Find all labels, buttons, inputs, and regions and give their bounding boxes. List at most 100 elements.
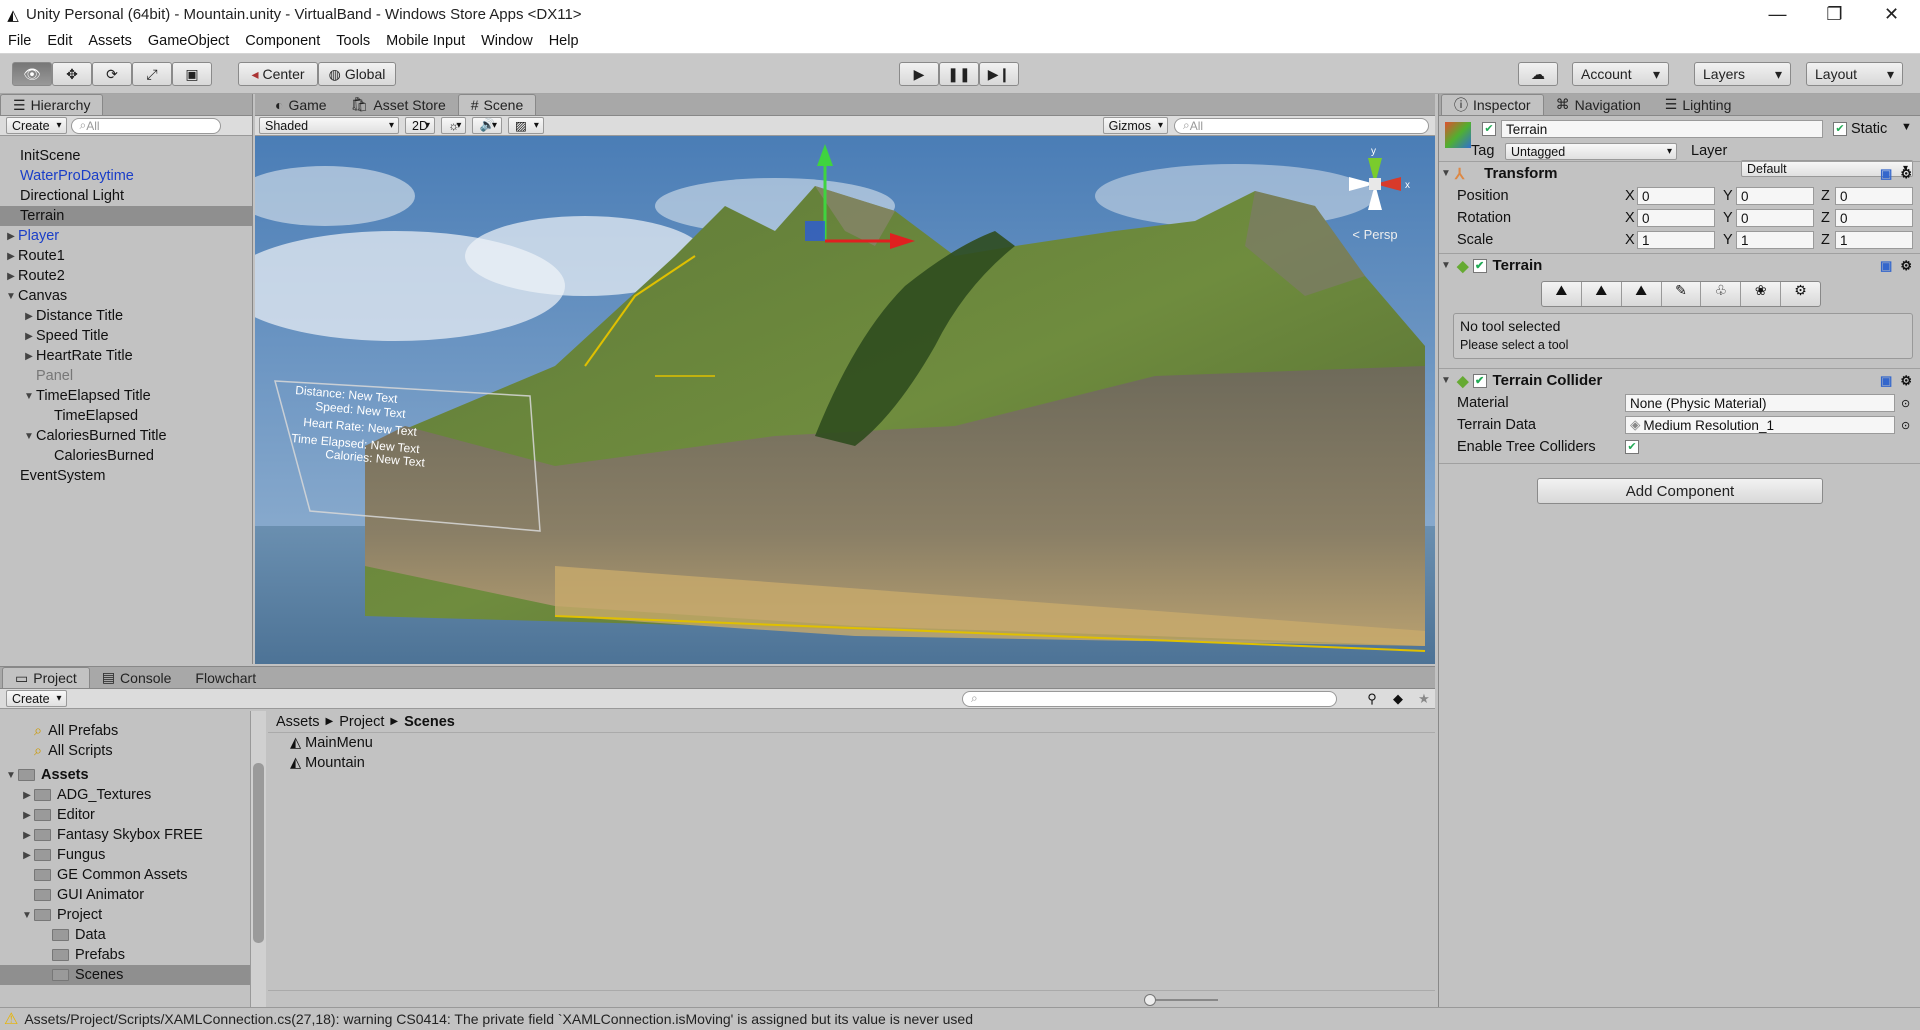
object-picker-icon[interactable]: ⊙ [1901,397,1910,410]
settings-gear-icon[interactable]: ⚙ [1900,373,1912,389]
active-checkbox[interactable]: ✔ [1482,122,1496,136]
collider-enabled-checkbox[interactable]: ✔ [1472,373,1487,388]
position-z-field[interactable]: 0 [1835,187,1913,205]
help-icon[interactable]: ▣ [1880,166,1892,182]
tab-inspector[interactable]: ⓘ Inspector [1441,94,1544,115]
tree-editor[interactable]: ▶ Editor [0,805,250,825]
collapse-arrow-icon[interactable]: ▼ [20,910,34,921]
tree-all-prefabs[interactable]: ⌕ All Prefabs [0,721,250,741]
hierarchy-item-timeelapsed-title[interactable]: ▼ TimeElapsed Title [0,386,252,406]
terrain-component-header[interactable]: ▼ ◆ ✔ Terrain ▣ ⚙ [1439,253,1920,277]
tab-lighting[interactable]: ☰ Lighting [1653,94,1744,115]
menu-file[interactable]: File [0,33,39,49]
rect-tool-button[interactable]: ▣ [172,62,212,86]
filter-label-icon[interactable]: ◆ [1387,691,1409,707]
play-button[interactable]: ▶ [899,62,939,86]
rotate-tool-button[interactable]: ⟳ [92,62,132,86]
tab-navigation[interactable]: ⌘ Navigation [1544,94,1653,115]
collapse-arrow-icon[interactable]: ▼ [4,291,18,302]
hierarchy-item-panel[interactable]: Panel [0,366,252,386]
menu-edit[interactable]: Edit [39,33,80,49]
tag-dropdown[interactable]: Untagged [1505,143,1677,160]
tree-ge-common-assets[interactable]: GE Common Assets [0,865,250,885]
menu-mobile-input[interactable]: Mobile Input [378,33,473,49]
expand-arrow-icon[interactable]: ▶ [20,850,34,861]
scale-y-field[interactable]: 1 [1736,231,1814,249]
icon-size-slider-handle[interactable] [1144,994,1156,1006]
account-dropdown[interactable]: Account ▾ [1572,62,1669,86]
layers-dropdown[interactable]: Layers ▾ [1694,62,1791,86]
tree-fungus[interactable]: ▶ Fungus [0,845,250,865]
scene-viewport[interactable]: Distance: New Text Speed: New Text Heart… [255,136,1435,664]
collapse-arrow-icon[interactable]: ▼ [1439,375,1453,386]
move-tool-button[interactable]: ✥ [52,62,92,86]
place-trees-icon[interactable]: ♧ [1701,282,1742,306]
restore-icon[interactable]: ❐ [1806,4,1863,25]
hierarchy-item-waterprodaytime[interactable]: WaterProDaytime [0,166,252,186]
enable-tree-colliders-checkbox[interactable]: ✔ [1625,440,1639,454]
add-component-button[interactable]: Add Component [1537,478,1823,504]
hierarchy-item-timeelapsed[interactable]: TimeElapsed [0,406,252,426]
menu-help[interactable]: Help [541,33,587,49]
scene-search-input[interactable]: ⌕ All [1174,117,1429,134]
view-tool-button[interactable]: 👁 [12,62,52,86]
paint-texture-icon[interactable]: ✎ [1662,282,1702,306]
rotation-y-field[interactable]: 0 [1736,209,1814,227]
hierarchy-item-directional-light[interactable]: Directional Light [0,186,252,206]
scale-tool-button[interactable]: ⤢ [132,62,172,86]
transform-header[interactable]: ▼ ⅄ Transform ▣ ⚙ [1439,161,1920,185]
breadcrumb-scenes[interactable]: Scenes [404,714,455,730]
hierarchy-item-route1[interactable]: ▶ Route1 [0,246,252,266]
tab-scene[interactable]: # Scene [457,94,537,115]
collapse-arrow-icon[interactable]: ▼ [22,391,36,402]
tree-fantasy-skybox[interactable]: ▶ Fantasy Skybox FREE [0,825,250,845]
tree-scrollbar[interactable] [250,711,266,1008]
project-create-dropdown[interactable]: Create [6,690,67,707]
breadcrumb-assets[interactable]: Assets [276,714,320,730]
icon-size-slider[interactable] [1148,999,1218,1001]
mode-2d-toggle[interactable]: 2D [405,117,435,134]
persp-label[interactable]: < Persp [1335,227,1415,242]
filter-type-icon[interactable]: ⚲ [1361,691,1383,707]
tab-flowchart[interactable]: Flowchart [183,667,268,688]
menu-window[interactable]: Window [473,33,541,49]
terrain-collider-header[interactable]: ▼ ◆ ✔ Terrain Collider ▣ ⚙ [1439,368,1920,392]
project-search-input[interactable]: ⌕ [962,690,1337,707]
favorite-star-icon[interactable]: ★ [1413,691,1435,707]
menu-tools[interactable]: Tools [328,33,378,49]
rotation-z-field[interactable]: 0 [1835,209,1913,227]
expand-arrow-icon[interactable]: ▶ [22,331,36,342]
hierarchy-item-caloriesburned-title[interactable]: ▼ CaloriesBurned Title [0,426,252,446]
tab-hierarchy[interactable]: ☰ Hierarchy [0,94,104,115]
tab-project[interactable]: ▭ Project [2,667,90,688]
close-icon[interactable]: ✕ [1863,4,1920,25]
collapse-arrow-icon[interactable]: ▼ [1439,260,1453,271]
paint-details-icon[interactable]: ❀ [1741,282,1782,306]
expand-arrow-icon[interactable]: ▶ [20,830,34,841]
menu-assets[interactable]: Assets [80,33,140,49]
tree-scrollbar-thumb[interactable] [253,763,264,943]
hierarchy-search-input[interactable]: ⌕ All [70,117,221,134]
tab-game[interactable]: ◐ Game [263,94,339,115]
tab-console[interactable]: ▤ Console [90,667,184,688]
status-bar[interactable]: ⚠ Assets/Project/Scripts/XAMLConnection.… [0,1007,1920,1030]
audio-toggle[interactable]: 🔊 [472,117,503,134]
scale-z-field[interactable]: 1 [1835,231,1913,249]
menu-gameobject[interactable]: GameObject [140,33,237,49]
shading-mode-dropdown[interactable]: Shaded [259,117,399,134]
tree-prefabs[interactable]: Prefabs [0,945,250,965]
rotation-x-field[interactable]: 0 [1637,209,1715,227]
terrain-enabled-checkbox[interactable]: ✔ [1472,258,1487,273]
terrain-data-field[interactable]: ◈ Medium Resolution_1 [1625,416,1895,434]
expand-arrow-icon[interactable]: ▶ [4,251,18,262]
help-icon[interactable]: ▣ [1880,373,1892,389]
material-field[interactable]: None (Physic Material) [1625,394,1895,412]
expand-arrow-icon[interactable]: ▶ [22,351,36,362]
collapse-arrow-icon[interactable]: ▼ [1439,168,1453,179]
expand-arrow-icon[interactable]: ▶ [4,271,18,282]
gizmos-dropdown[interactable]: Gizmos [1102,117,1168,134]
expand-arrow-icon[interactable]: ▶ [20,790,34,801]
hierarchy-item-eventsystem[interactable]: EventSystem [0,466,252,486]
tree-data[interactable]: Data [0,925,250,945]
layout-dropdown[interactable]: Layout ▾ [1806,62,1903,86]
